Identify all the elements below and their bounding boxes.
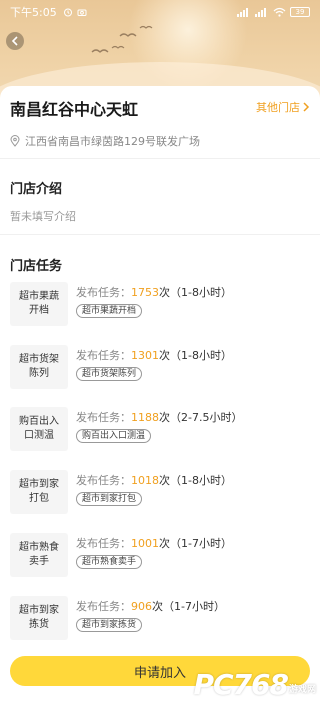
task-duration: 次（1-7小时） xyxy=(152,600,225,613)
status-system-icons: 39 xyxy=(237,7,310,17)
task-tag: 超市到家拣货 xyxy=(76,618,143,632)
task-stats: 发布任务：1018次（1-8小时） xyxy=(76,472,232,488)
task-item[interactable]: 超市到家拣货 发布任务：906次（1-7小时） 超市到家拣货 xyxy=(10,596,310,640)
task-stats: 发布任务：1188次（2-7.5小时） xyxy=(76,409,242,425)
task-item[interactable]: 超市货架陈列 发布任务：1301次（1-8小时） 超市货架陈列 xyxy=(10,345,310,389)
task-duration: 次（1-8小时） xyxy=(159,286,232,299)
divider xyxy=(0,234,320,235)
signal-icon xyxy=(255,8,266,17)
site-watermark: PC768 游戏网 xyxy=(193,668,316,701)
task-count: 906 xyxy=(131,600,152,613)
tasks-title: 门店任务 xyxy=(10,259,63,274)
task-thumbnail: 超市熟食卖手 xyxy=(10,533,68,577)
task-duration: 次（1-8小时） xyxy=(159,474,232,487)
task-duration: 次（1-8小时） xyxy=(159,349,232,362)
status-bar: 下午5:05 39 xyxy=(0,0,320,24)
task-tag: 购百出入口测温 xyxy=(76,429,152,443)
task-count: 1018 xyxy=(131,474,159,487)
alarm-icon xyxy=(63,8,72,17)
battery-icon: 39 xyxy=(290,7,310,17)
task-stats-prefix: 发布任务： xyxy=(76,537,131,550)
task-duration: 次（1-7小时） xyxy=(159,537,232,550)
status-notification-icons xyxy=(63,7,87,17)
task-thumbnail: 超市到家拣货 xyxy=(10,596,68,640)
task-item[interactable]: 超市到家打包 发布任务：1018次（1-8小时） 超市到家打包 xyxy=(10,470,310,514)
wifi-icon xyxy=(273,7,286,17)
task-stats-prefix: 发布任务： xyxy=(76,474,131,487)
task-count: 1188 xyxy=(131,411,159,424)
watermark-logo-text: PC768 xyxy=(193,668,289,701)
battery-level: 39 xyxy=(295,8,305,16)
task-stats-prefix: 发布任务： xyxy=(76,349,131,362)
other-stores-link[interactable]: 其他门店 xyxy=(256,99,310,115)
task-stats-prefix: 发布任务： xyxy=(76,411,131,424)
other-stores-label: 其他门店 xyxy=(256,101,300,114)
task-item[interactable]: 购百出入口测温 发布任务：1188次（2-7.5小时） 购百出入口测温 xyxy=(10,407,310,451)
task-stats: 发布任务：1001次（1-7小时） xyxy=(76,535,232,551)
task-count: 1753 xyxy=(131,286,159,299)
camera-icon xyxy=(77,9,87,16)
task-tag: 超市到家打包 xyxy=(76,492,143,506)
task-thumbnail: 超市货架陈列 xyxy=(10,345,68,389)
task-thumbnail: 超市到家打包 xyxy=(10,470,68,514)
divider xyxy=(0,158,320,159)
task-stats-prefix: 发布任务： xyxy=(76,286,131,299)
store-name: 南昌红谷中心天虹 xyxy=(10,100,139,119)
task-tag: 超市熟食卖手 xyxy=(76,555,143,569)
intro-title: 门店介绍 xyxy=(10,182,63,197)
task-tag: 超市果蔬开档 xyxy=(76,304,143,318)
signal-icon xyxy=(237,8,248,17)
birds-illustration xyxy=(91,25,153,53)
task-duration: 次（2-7.5小时） xyxy=(159,411,243,424)
task-item[interactable]: 超市果蔬开档 发布任务：1753次（1-8小时） 超市果蔬开档 xyxy=(10,282,310,326)
task-stats: 发布任务：1753次（1-8小时） xyxy=(76,284,232,300)
task-thumbnail: 超市果蔬开档 xyxy=(10,282,68,326)
watermark-sub-text: 游戏网 xyxy=(288,685,316,695)
store-address: 江西省南昌市绿茵路129号联发广场 xyxy=(10,133,200,149)
task-item[interactable]: 超市熟食卖手 发布任务：1001次（1-7小时） 超市熟食卖手 xyxy=(10,533,310,577)
back-button[interactable] xyxy=(6,32,24,50)
task-count: 1301 xyxy=(131,349,159,362)
task-stats: 发布任务：1301次（1-8小时） xyxy=(76,347,232,363)
task-stats-prefix: 发布任务： xyxy=(76,600,131,613)
task-tag: 超市货架陈列 xyxy=(76,367,143,381)
location-pin-icon xyxy=(10,135,20,147)
status-time: 下午5:05 xyxy=(10,6,57,19)
task-stats: 发布任务：906次（1-7小时） xyxy=(76,598,225,614)
intro-text: 暂未填写介绍 xyxy=(10,210,76,223)
task-count: 1001 xyxy=(131,537,159,550)
chevron-right-icon xyxy=(303,102,310,112)
chevron-left-icon xyxy=(11,36,18,46)
address-text: 江西省南昌市绿茵路129号联发广场 xyxy=(25,135,200,148)
store-detail-card: 南昌红谷中心天虹 其他门店 江西省南昌市绿茵路129号联发广场 门店介绍 暂未填… xyxy=(0,86,320,711)
task-thumbnail: 购百出入口测温 xyxy=(10,407,68,451)
